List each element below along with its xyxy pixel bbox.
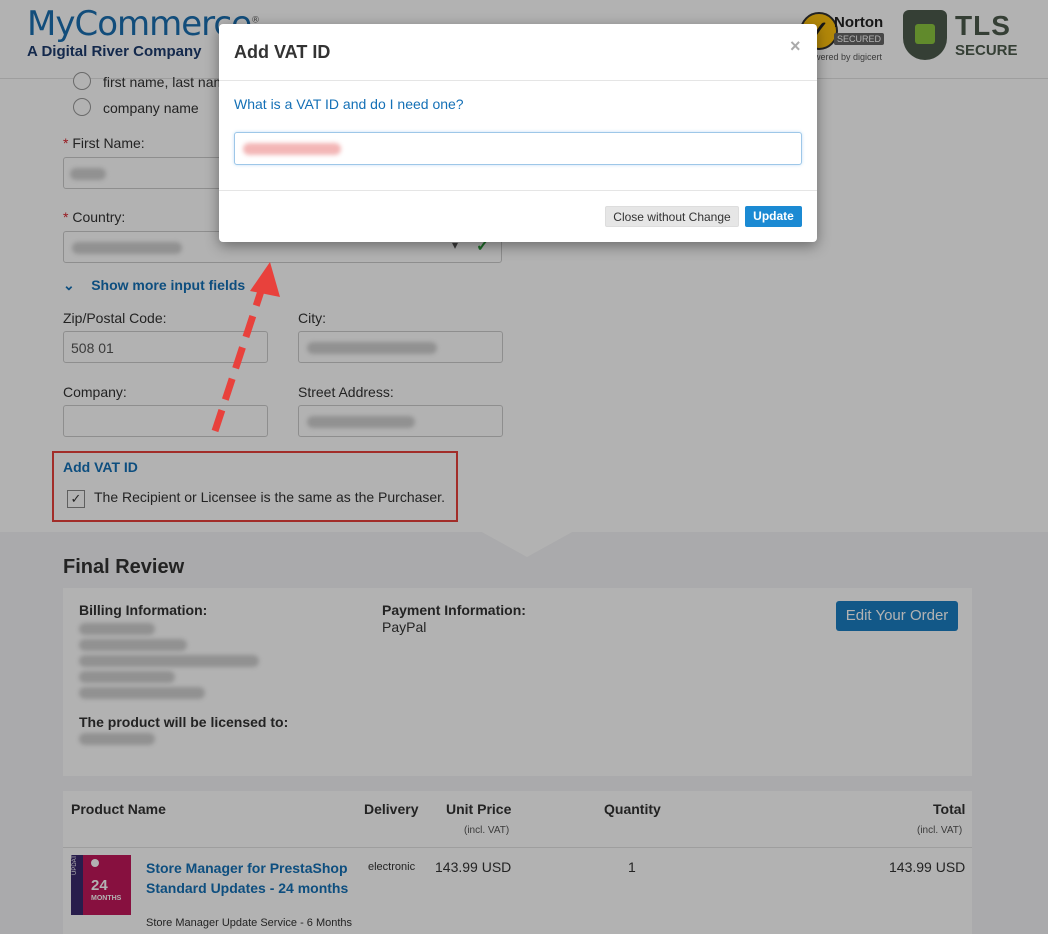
close-without-change-button[interactable]: Close without Change [605, 206, 739, 227]
modal-title: Add VAT ID [234, 42, 331, 62]
update-button[interactable]: Update [745, 206, 802, 227]
add-vat-id-modal: Add VAT ID × What is a VAT ID and do I n… [219, 24, 817, 242]
close-icon[interactable]: × [790, 36, 801, 57]
modal-divider [219, 80, 817, 81]
annotation-arrow [211, 262, 280, 433]
vat-id-input[interactable] [234, 132, 802, 165]
vat-help-link[interactable]: What is a VAT ID and do I need one? [234, 96, 464, 112]
modal-divider [219, 190, 817, 191]
